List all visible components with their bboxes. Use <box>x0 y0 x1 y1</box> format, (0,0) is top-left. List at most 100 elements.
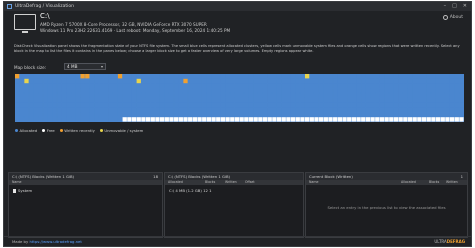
map-block <box>150 83 155 88</box>
map-block <box>431 98 436 103</box>
map-block <box>449 117 455 122</box>
map-block <box>454 88 459 93</box>
column-written[interactable]: Written <box>446 180 458 185</box>
map-block <box>43 107 48 112</box>
map-block <box>426 83 431 88</box>
column-blocks[interactable]: Blocks <box>429 180 439 185</box>
column-allocated[interactable]: Allocated <box>401 180 416 185</box>
maximize-icon[interactable]: □ <box>452 3 457 9</box>
map-block <box>267 93 272 98</box>
map-block <box>141 83 146 88</box>
map-block <box>445 93 450 98</box>
map-block <box>253 102 258 108</box>
map-block <box>398 98 403 103</box>
map-block <box>445 112 450 117</box>
map-block <box>47 83 53 88</box>
map-block <box>356 88 361 93</box>
map-block <box>220 78 226 84</box>
map-block <box>389 107 394 112</box>
map-block <box>117 107 123 112</box>
column-name[interactable]: Name <box>309 180 318 185</box>
map-block <box>314 83 319 88</box>
map-block <box>421 102 427 108</box>
map-block <box>38 74 43 79</box>
map-block <box>19 102 24 108</box>
map-block <box>459 102 464 108</box>
column-name[interactable]: Name <box>12 180 21 185</box>
column-header-row: Allocated Blocks Written Offset <box>165 180 303 185</box>
map-block <box>155 117 160 122</box>
map-block <box>169 78 174 84</box>
website-link[interactable]: https://www.ultradefrag.net <box>29 239 81 244</box>
map-block <box>85 78 90 84</box>
map-block <box>412 107 417 112</box>
map-block <box>230 98 235 103</box>
map-block <box>99 93 104 98</box>
map-block <box>351 88 357 93</box>
map-block <box>379 74 385 79</box>
map-block <box>29 117 34 122</box>
map-block <box>286 117 291 122</box>
map-block <box>276 78 282 84</box>
map-block <box>300 93 305 98</box>
map-block <box>295 78 300 84</box>
map-block <box>300 107 305 112</box>
map-block <box>286 112 291 117</box>
map-block <box>80 93 85 98</box>
map-block <box>384 112 389 117</box>
map-block <box>183 93 188 98</box>
map-block <box>417 78 422 84</box>
column-offset[interactable]: Offset <box>245 180 255 185</box>
column-blocks[interactable]: Blocks <box>205 180 215 185</box>
map-block <box>267 74 272 79</box>
map-block <box>71 98 76 103</box>
map-block <box>454 107 459 112</box>
map-block <box>300 83 305 88</box>
map-block <box>286 102 291 108</box>
map-block <box>431 102 436 108</box>
map-block <box>431 83 436 88</box>
block-size-select[interactable]: 4 MB ▾ <box>64 63 106 70</box>
map-block <box>454 112 459 117</box>
map-block <box>426 98 431 103</box>
map-block <box>24 112 29 117</box>
map-block <box>99 112 104 117</box>
map-block <box>435 88 441 93</box>
map-block <box>127 78 132 84</box>
map-block <box>300 78 305 84</box>
map-block <box>47 112 53 117</box>
map-block <box>19 93 24 98</box>
map-block <box>403 107 408 112</box>
map-block <box>127 107 132 112</box>
map-block <box>206 93 212 98</box>
map-block <box>103 117 109 122</box>
map-block <box>389 112 394 117</box>
about-button[interactable]: About <box>442 15 463 20</box>
map-block <box>304 83 310 88</box>
files-pane: C:\ (NTFS) Blocks (Written 1 GiB) Alloca… <box>164 172 304 238</box>
map-block <box>15 78 20 84</box>
list-item[interactable]: System <box>13 188 32 193</box>
map-block <box>85 74 90 79</box>
column-written[interactable]: Written <box>225 180 237 185</box>
map-block <box>188 102 193 108</box>
map-block <box>351 74 357 79</box>
column-allocated[interactable]: Allocated <box>168 180 183 185</box>
minimize-icon[interactable]: – <box>444 3 447 9</box>
table-row[interactable]: C:\ 4 MB (1.2 GB) 12 1 <box>169 188 212 193</box>
map-block <box>183 88 188 93</box>
close-icon[interactable]: ✕ <box>463 3 467 9</box>
map-block <box>295 88 300 93</box>
map-block <box>309 107 314 112</box>
map-block <box>94 102 99 108</box>
map-block <box>258 74 263 79</box>
cluster-map[interactable] <box>15 74 464 122</box>
map-block <box>47 98 53 103</box>
map-block <box>342 93 347 98</box>
map-block <box>122 88 127 93</box>
map-block <box>276 112 282 117</box>
map-block <box>454 83 459 88</box>
map-block <box>459 88 464 93</box>
map-block <box>365 74 371 79</box>
map-block <box>403 83 408 88</box>
